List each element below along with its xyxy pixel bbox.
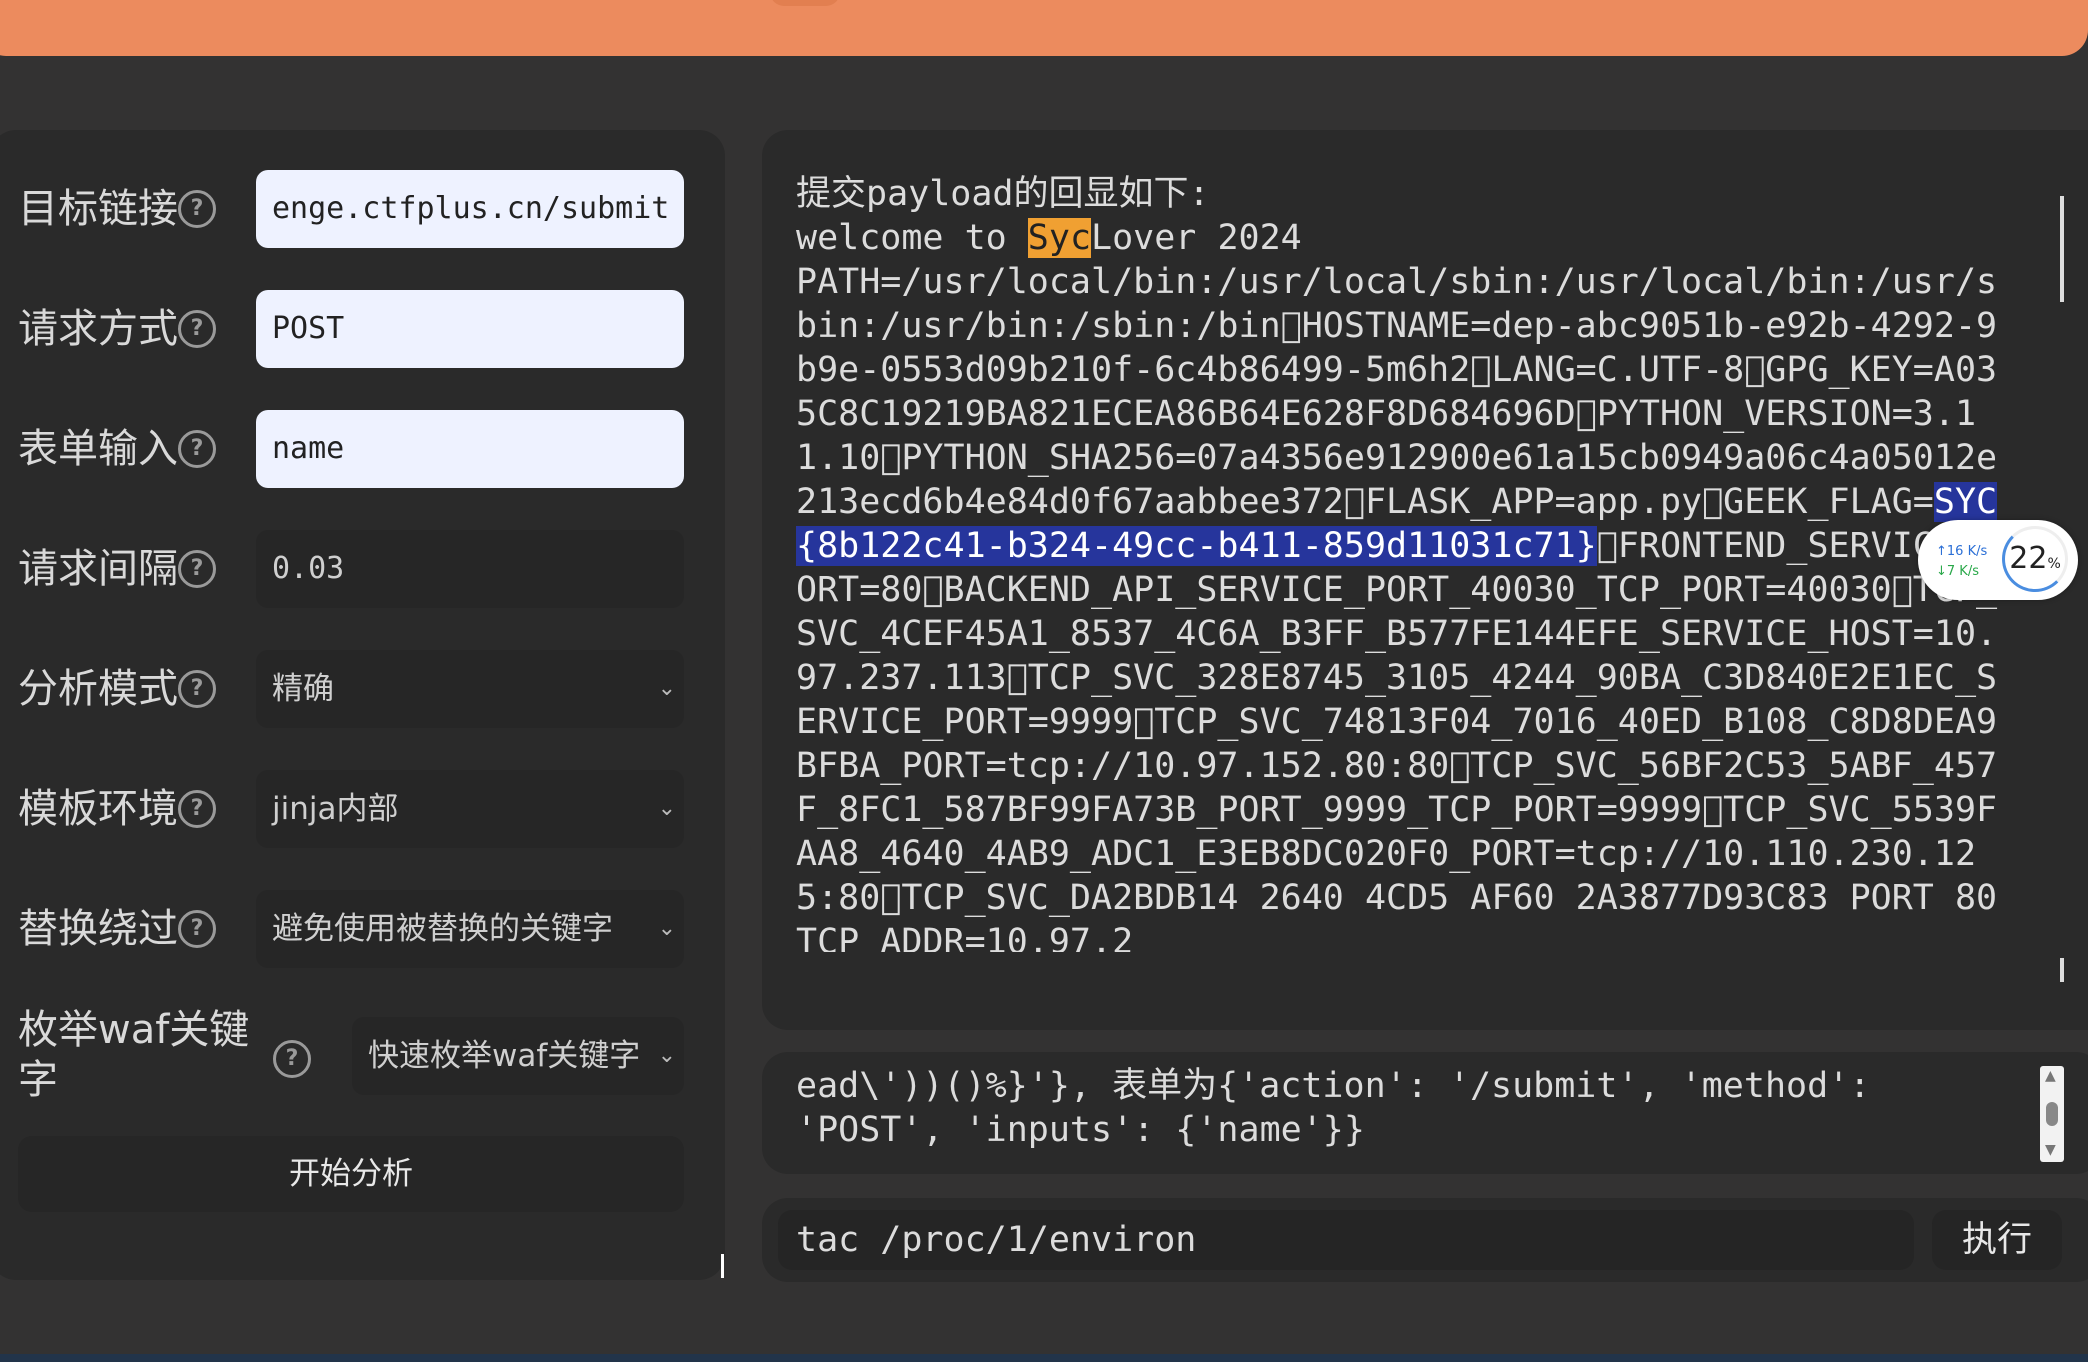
analysis-mode-label: 分析模式	[18, 666, 178, 712]
env-output-part2:  FRONTEND_SERVICE_PORT=80 BACKEND_API_SE…	[796, 526, 1998, 952]
start-analysis-button[interactable]: 开始分析	[18, 1136, 684, 1212]
target-url-label: 目标链接	[18, 186, 178, 232]
command-panel: tac /proc/1/environ 执行	[762, 1198, 2088, 1282]
target-url-input[interactable]: enge.ctfplus.cn/submit	[256, 170, 684, 248]
command-input[interactable]: tac /proc/1/environ	[778, 1210, 1914, 1270]
target-url-row: 目标链接 ? enge.ctfplus.cn/submit	[18, 170, 708, 248]
payload-panel: ead\'))()%}'}, 表单为{'action': '/submit', …	[762, 1052, 2088, 1174]
memory-usage-ring: 22%	[2002, 526, 2068, 592]
replace-bypass-value: 避免使用被替换的关键字	[272, 911, 613, 947]
text-cursor	[721, 1254, 724, 1278]
method-label: 请求方式	[18, 306, 178, 352]
interval-input[interactable]: 0.03	[256, 530, 684, 608]
analysis-mode-row: 分析模式 ? 精确 ⌄	[18, 650, 708, 728]
config-panel: 目标链接 ? enge.ctfplus.cn/submit 请求方式 ? POS…	[0, 130, 725, 1280]
text-cursor	[2060, 958, 2064, 982]
help-icon[interactable]: ?	[178, 670, 216, 708]
env-output-part1: PATH=/usr/local/bin:/usr/local/sbin:/usr…	[796, 262, 1998, 522]
output-scrollbar[interactable]	[2060, 196, 2064, 302]
welcome-prefix: welcome to	[796, 218, 1028, 258]
waf-enum-label: 枚举waf关键 字	[18, 1007, 250, 1103]
waf-enum-select[interactable]: 快速枚举waf关键字 ⌄	[352, 1017, 684, 1095]
output-panel: 提交payload的回显如下: welcome to SycLover 2024…	[762, 130, 2088, 1030]
template-env-select[interactable]: jinja内部 ⌄	[256, 770, 684, 848]
net-speeds: ↑16 K/s ↓7 K/s	[1936, 542, 1987, 582]
help-icon[interactable]: ?	[178, 550, 216, 588]
form-input-row: 表单输入 ? name	[18, 410, 708, 488]
help-icon[interactable]: ?	[178, 190, 216, 228]
chevron-down-icon: ⌄	[657, 1043, 676, 1068]
chevron-down-icon: ⌄	[657, 676, 676, 701]
payload-text: ead\'))()%}'}, 表单为{'action': '/submit', …	[796, 1066, 1892, 1150]
welcome-suffix: Lover 2024	[1091, 218, 1302, 258]
scroll-down-icon[interactable]: ▼	[2045, 1142, 2056, 1158]
waf-enum-row: 枚举waf关键 字 ? 快速枚举waf关键字 ⌄	[18, 1005, 708, 1105]
replace-bypass-label: 替换绕过	[18, 906, 178, 952]
output-text: 提交payload的回显如下: welcome to SycLover 2024…	[796, 172, 2016, 952]
upload-speed: ↑16 K/s	[1936, 544, 1988, 559]
help-icon[interactable]: ?	[273, 1040, 311, 1078]
method-input[interactable]: POST	[256, 290, 684, 368]
execute-button[interactable]: 执行	[1932, 1210, 2062, 1270]
chevron-down-icon: ⌄	[657, 796, 676, 821]
interval-row: 请求间隔 ? 0.03	[18, 530, 708, 608]
template-env-label: 模板环境	[18, 786, 178, 832]
download-speed: ↓7 K/s	[1936, 564, 1979, 579]
analysis-mode-value: 精确	[272, 671, 334, 707]
template-env-value: jinja内部	[272, 791, 399, 827]
taskbar-edge	[0, 1354, 2088, 1362]
payload-scrollbar[interactable]: ▲ ▼	[2040, 1066, 2064, 1162]
waf-enum-value: 快速枚举waf关键字	[368, 1038, 641, 1074]
scroll-up-icon[interactable]: ▲	[2045, 1068, 2056, 1084]
form-input-label: 表单输入	[18, 426, 178, 472]
chevron-down-icon: ⌄	[657, 916, 676, 941]
top-bar-handle	[770, 0, 840, 6]
search-highlight: Syc	[1027, 218, 1092, 258]
method-row: 请求方式 ? POST	[18, 290, 708, 368]
form-input-field[interactable]: name	[256, 410, 684, 488]
usage-percent: 22	[2009, 541, 2048, 576]
scroll-thumb[interactable]	[2046, 1102, 2058, 1126]
help-icon[interactable]: ?	[178, 430, 216, 468]
top-bar	[0, 0, 2088, 56]
network-speed-widget[interactable]: ↑16 K/s ↓7 K/s 22%	[1918, 520, 2078, 600]
help-icon[interactable]: ?	[178, 310, 216, 348]
interval-label: 请求间隔	[18, 546, 178, 592]
help-icon[interactable]: ?	[178, 910, 216, 948]
output-header: 提交payload的回显如下:	[796, 174, 1210, 214]
usage-percent-unit: %	[2047, 556, 2061, 572]
replace-bypass-select[interactable]: 避免使用被替换的关键字 ⌄	[256, 890, 684, 968]
help-icon[interactable]: ?	[178, 790, 216, 828]
replace-bypass-row: 替换绕过 ? 避免使用被替换的关键字 ⌄	[18, 890, 708, 968]
template-env-row: 模板环境 ? jinja内部 ⌄	[18, 770, 708, 848]
analysis-mode-select[interactable]: 精确 ⌄	[256, 650, 684, 728]
